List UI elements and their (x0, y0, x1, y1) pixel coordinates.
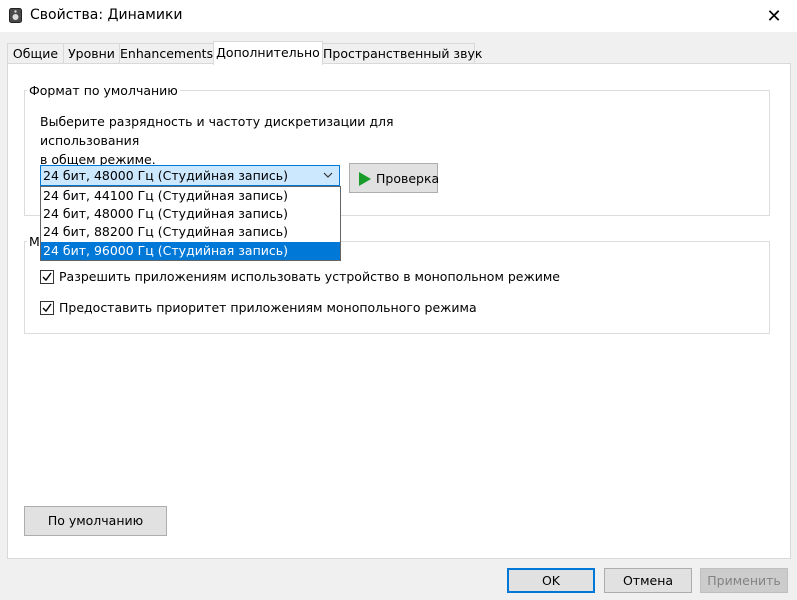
format-combobox-value: 24 бит, 48000 Гц (Студийная запись) (43, 168, 289, 183)
close-button[interactable]: ✕ (751, 0, 797, 32)
format-option-96000[interactable]: 24 бит, 96000 Гц (Студийная запись) (41, 242, 340, 260)
allow-exclusive-checkbox[interactable] (40, 270, 54, 284)
title-bar: Свойства: Динамики ✕ (0, 0, 797, 32)
chevron-down-icon (323, 172, 333, 178)
cancel-button[interactable]: Отмена (604, 568, 692, 593)
default-format-label: Формат по умолчанию (27, 83, 180, 98)
tab-general[interactable]: Общие (7, 43, 64, 64)
close-icon: ✕ (766, 5, 782, 27)
format-combobox[interactable]: 24 бит, 48000 Гц (Студийная запись) (40, 165, 340, 186)
checkmark-icon (42, 303, 52, 313)
test-button[interactable]: Проверка (349, 163, 440, 193)
give-priority-label: Предоставить приоритет приложениям моноп… (59, 300, 477, 315)
play-icon (359, 172, 371, 186)
window-title: Свойства: Динамики (30, 7, 183, 23)
tab-levels[interactable]: Уровни (63, 43, 120, 64)
allow-exclusive-label: Разрешить приложениям использовать устро… (59, 269, 560, 284)
ok-button[interactable]: OK (507, 568, 595, 593)
format-option-88200[interactable]: 24 бит, 88200 Гц (Студийная запись) (41, 223, 340, 241)
give-priority-checkbox[interactable] (40, 301, 54, 315)
format-option-44100[interactable]: 24 бит, 44100 Гц (Студийная запись) (41, 187, 340, 205)
format-description: Выберите разрядность и частоту дискретиз… (40, 112, 460, 169)
checkmark-icon (42, 272, 52, 282)
tab-spatial-sound[interactable]: Пространственный звук (322, 43, 482, 64)
format-description-line1: Выберите разрядность и частоту дискретиз… (40, 114, 394, 148)
tab-advanced[interactable]: Дополнительно (213, 41, 323, 65)
tab-enhancements[interactable]: Enhancements (119, 43, 214, 64)
restore-defaults-button[interactable]: По умолчанию (24, 506, 167, 536)
apply-button[interactable]: Применить (700, 568, 788, 593)
test-button-label: Проверка (376, 171, 440, 186)
format-dropdown-list: 24 бит, 44100 Гц (Студийная запись) 24 б… (40, 186, 341, 261)
format-option-48000[interactable]: 24 бит, 48000 Гц (Студийная запись) (41, 205, 340, 223)
speaker-app-icon (9, 8, 22, 23)
